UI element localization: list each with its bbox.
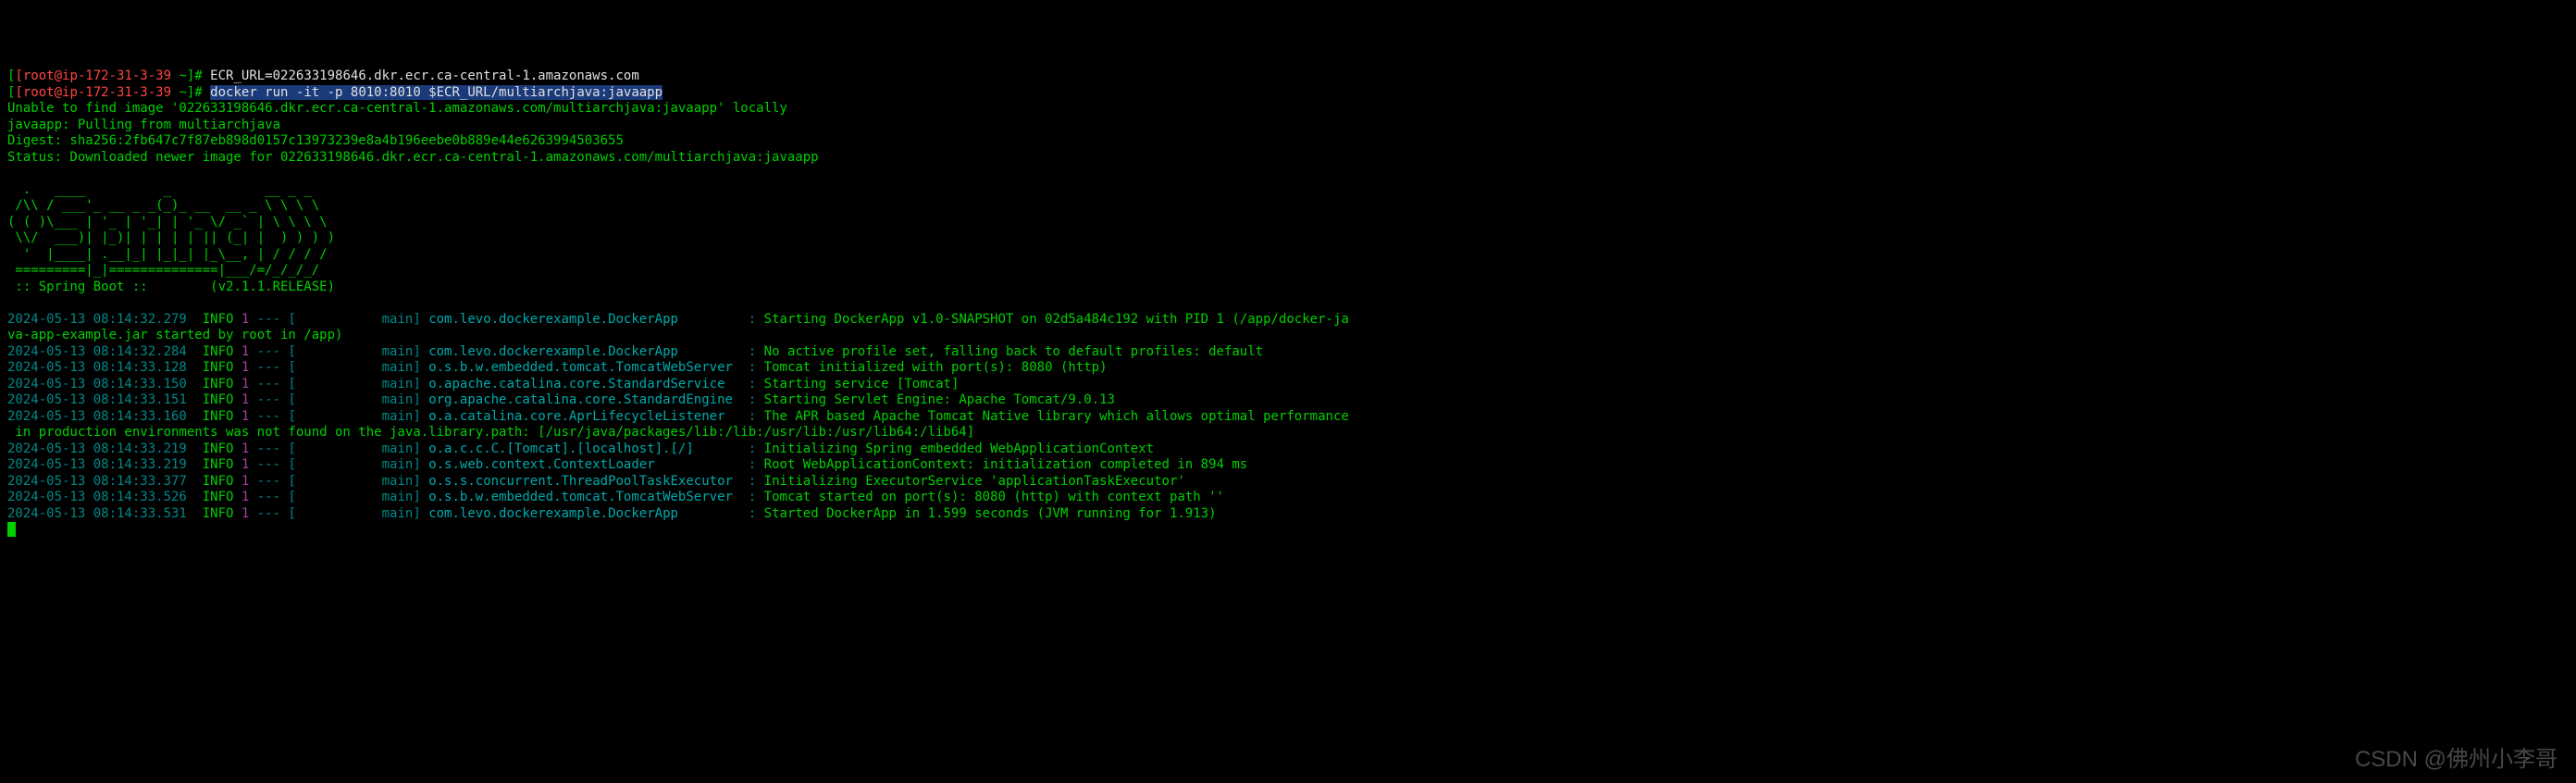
watermark: CSDN @佛州小李哥	[2355, 746, 2557, 774]
spring-banner-4: \\/ ___)| |_)| | | | | || (_| | ) ) ) )	[7, 230, 335, 245]
log-container: 2024-05-13 08:14:32.279 INFO 1 --- [ mai…	[7, 312, 2569, 523]
cursor	[7, 522, 16, 537]
terminal-output[interactable]: [[root@ip-172-31-3-39 ~]# ECR_URL=022633…	[7, 68, 2569, 539]
log-line: 2024-05-13 08:14:33.219 INFO 1 --- [ mai…	[7, 457, 1247, 472]
docker-output-1: Unable to find image '022633198646.dkr.e…	[7, 101, 787, 116]
log-line: 2024-05-13 08:14:33.151 INFO 1 --- [ mai…	[7, 392, 1115, 407]
spring-banner-2: /\\ / ___'_ __ _ _(_)_ __ __ _ \ \ \ \	[7, 198, 319, 213]
docker-output-2: javaapp: Pulling from multiarchjava	[7, 118, 280, 132]
command-1: ECR_URL=022633198646.dkr.ecr.ca-central-…	[210, 68, 639, 83]
log-line: 2024-05-13 08:14:33.531 INFO 1 --- [ mai…	[7, 506, 1217, 521]
spring-banner-6: =========|_|==============|___/=/_/_/_/	[7, 263, 319, 278]
prompt-line-2: [[root@ip-172-31-3-39 ~]# docker run -it…	[7, 85, 663, 100]
docker-output-3: Digest: sha256:2fb647c7f87eb898d0157c139…	[7, 133, 624, 148]
log-line: 2024-05-13 08:14:32.279 INFO 1 --- [ mai…	[7, 312, 1349, 327]
spring-banner-3: ( ( )\___ | '_ | '_| | '_ \/ _` | \ \ \ …	[7, 215, 328, 230]
log-line: 2024-05-13 08:14:33.377 INFO 1 --- [ mai…	[7, 474, 1185, 489]
docker-output-4: Status: Downloaded newer image for 02263…	[7, 150, 819, 165]
spring-banner-5: ' |____| .__|_| |_|_| |_\__, | / / / /	[7, 247, 328, 262]
prompt-line-1: [[root@ip-172-31-3-39 ~]# ECR_URL=022633…	[7, 68, 639, 83]
log-line: 2024-05-13 08:14:33.128 INFO 1 --- [ mai…	[7, 360, 1108, 375]
log-line: 2024-05-13 08:14:33.160 INFO 1 --- [ mai…	[7, 409, 1349, 424]
log-line: 2024-05-13 08:14:33.219 INFO 1 --- [ mai…	[7, 441, 1154, 456]
log-line: 2024-05-13 08:14:32.284 INFO 1 --- [ mai…	[7, 344, 1263, 359]
command-2-highlighted: docker run -it -p 8010:8010 $ECR_URL/mul…	[210, 85, 663, 100]
log-line: 2024-05-13 08:14:33.150 INFO 1 --- [ mai…	[7, 377, 959, 392]
spring-banner-7: :: Spring Boot :: (v2.1.1.RELEASE)	[7, 280, 335, 294]
log-continuation: in production environments was not found…	[7, 425, 974, 440]
spring-banner-1: . ____ _ __ _ _	[7, 182, 312, 197]
log-line: 2024-05-13 08:14:33.526 INFO 1 --- [ mai…	[7, 490, 1224, 504]
log-continuation: va-app-example.jar started by root in /a…	[7, 328, 342, 342]
